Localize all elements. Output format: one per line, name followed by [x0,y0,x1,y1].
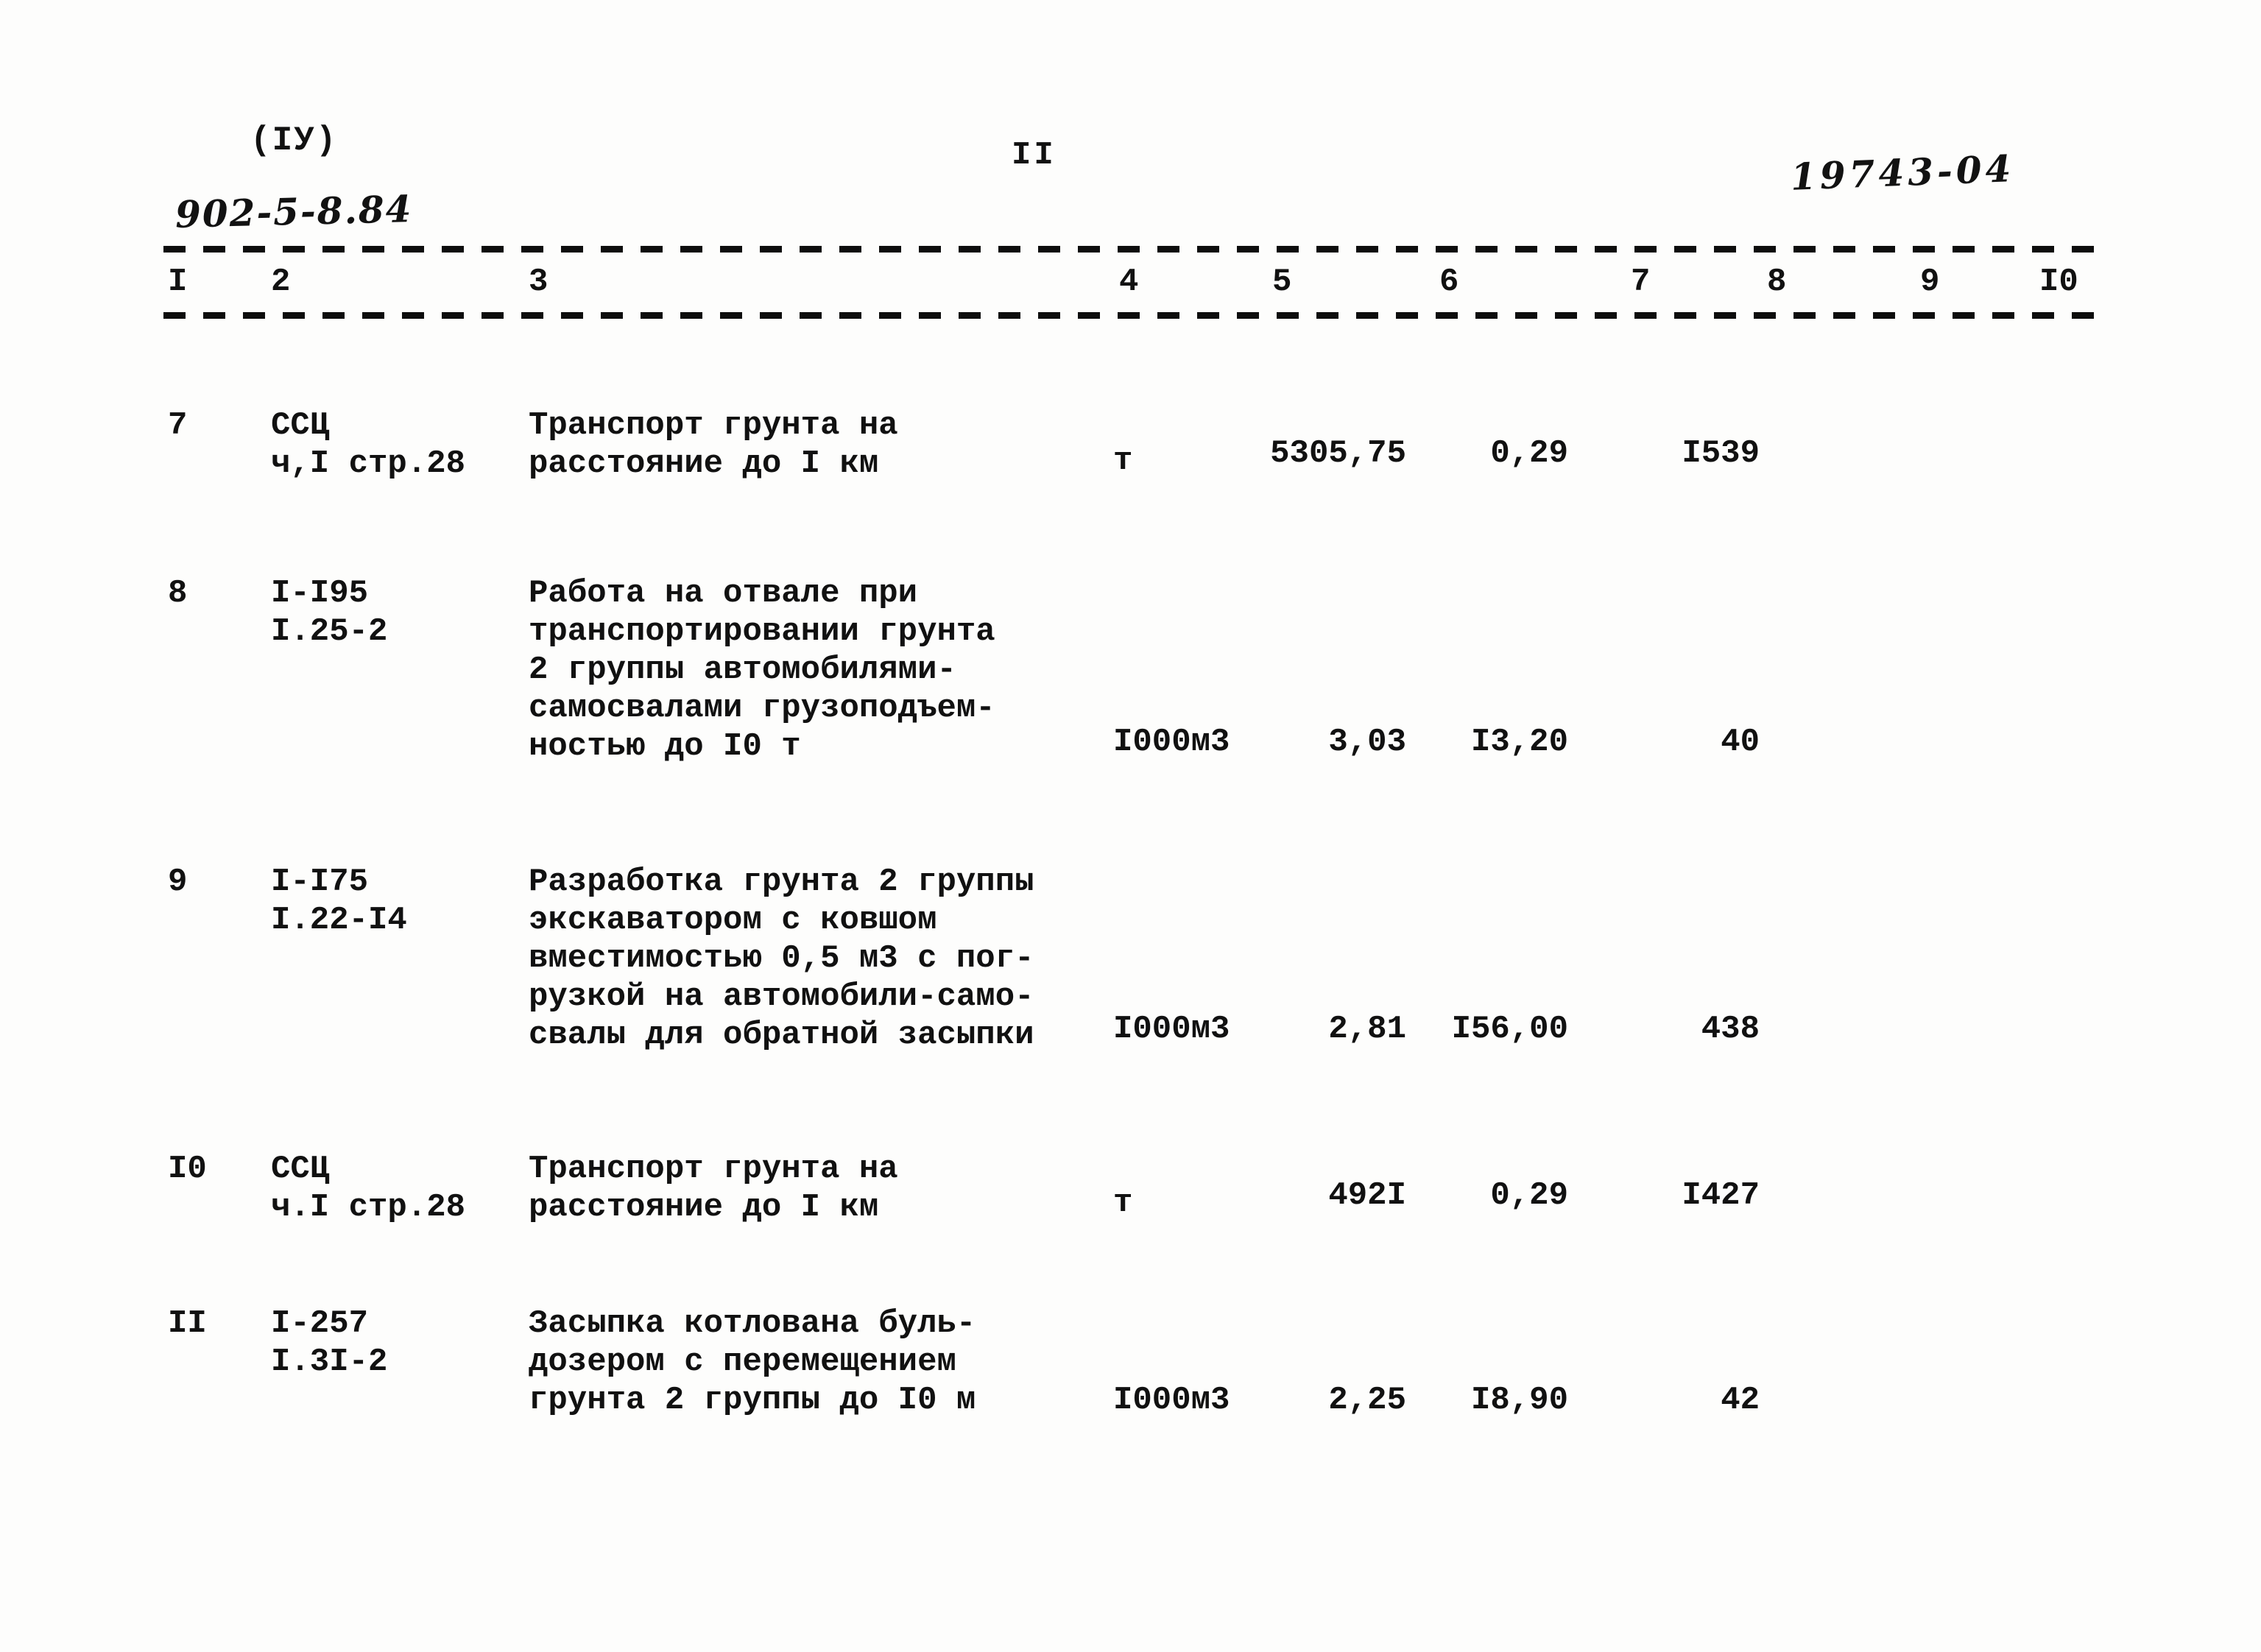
table-rule-bottom [163,312,2107,319]
code-line: ч.I стр.28 [271,1189,466,1226]
row-unit-price: I56,00 [1451,1011,1568,1048]
row-code: I-I95 I.25-2 [271,574,387,651]
code-line: I-I75 [271,864,369,900]
row-description: Транспорт грунта на расстояние до I км [529,1150,898,1226]
row-number: 8 [168,575,188,612]
section-marker: (IУ) [250,121,338,160]
row-description: Транспорт грунта на расстояние до I км [529,406,898,483]
row-code: I-257 I.3I-2 [271,1305,387,1381]
row-unit: I000м3 [1113,1382,1230,1419]
description-line: Разработка грунта 2 группы [529,864,1034,900]
row-unit-price: 0,29 [1490,435,1568,472]
row-description: Работа на отвале при транспортировании гр… [529,574,995,766]
row-unit: т [1113,1185,1133,1221]
row-total: 40 [1721,724,1760,760]
table-rule-top [163,246,2107,253]
row-quantity: 3,03 [1328,724,1406,760]
code-line: ч,I стр.28 [271,445,466,482]
column-number-4: 4 [1119,264,1139,300]
column-number-3: 3 [529,264,549,300]
description-line: Транспорт грунта на [529,407,898,444]
column-number-5: 5 [1272,264,1292,300]
code-line: I-I95 [271,575,369,612]
description-line: Работа на отвале при [529,575,918,612]
code-line: I.25-2 [271,613,388,650]
row-unit-price: I8,90 [1470,1382,1568,1419]
row-code: I-I75 I.22-I4 [271,863,407,939]
row-unit-price: I3,20 [1470,724,1568,760]
description-line: дозером с перемещением [529,1344,956,1380]
row-description: Разработка грунта 2 группы экскаватором с… [529,863,1034,1054]
row-total: 438 [1701,1011,1760,1048]
document-code-handwritten: 902-5-8.84 [174,187,414,236]
description-line: свалы для обратной засыпки [529,1017,1034,1053]
row-code: ССЦ ч,I стр.28 [271,406,465,483]
row-quantity: 492I [1328,1177,1406,1214]
row-code: ССЦ ч.I стр.28 [271,1150,465,1226]
row-unit: I000м3 [1113,724,1230,760]
row-number: I0 [168,1151,207,1187]
row-total: I539 [1682,435,1760,472]
column-number-2: 2 [271,264,291,300]
code-line: I.22-I4 [271,902,407,939]
code-line: ССЦ [271,1151,330,1187]
row-description: Засыпка котлована буль-дозером с перемещ… [529,1305,976,1419]
row-unit: т [1113,442,1133,479]
row-total: I427 [1682,1177,1760,1214]
archive-stamp-handwritten: 19743-04 [1789,147,2016,199]
column-number-7: 7 [1631,264,1651,300]
row-number: II [168,1305,207,1342]
column-number-10: I0 [2039,264,2078,300]
description-line: Транспорт грунта на [529,1151,898,1187]
page-number: II [1012,137,1057,174]
row-unit: I000м3 [1113,1011,1230,1048]
code-line: I-257 [271,1305,369,1342]
description-line: грунта 2 группы до I0 м [529,1382,976,1419]
row-quantity: 5305,75 [1270,435,1406,472]
row-quantity: 2,81 [1328,1011,1406,1048]
column-number-8: 8 [1767,264,1787,300]
code-line: I.3I-2 [271,1344,388,1380]
column-number-1: I [168,264,188,300]
row-number: 9 [168,864,188,900]
row-quantity: 2,25 [1328,1382,1406,1419]
description-line: транспортировании грунта [529,613,995,650]
description-line: 2 группы автомобилями- [529,652,956,688]
description-line: расстояние до I км [529,1189,879,1226]
document-page: (IУ) II 902-5-8.84 19743-04 I 2 3 4 5 6 … [0,0,2261,1652]
code-line: ССЦ [271,407,330,444]
description-line: Засыпка котлована буль- [529,1305,976,1342]
column-number-6: 6 [1439,264,1459,300]
description-line: вместимостью 0,5 м3 с пог- [529,940,1034,977]
row-number: 7 [168,407,188,444]
description-line: рузкой на автомобили-само- [529,978,1034,1015]
description-line: ностью до I0 т [529,728,801,765]
description-line: самосвалами грузоподъем- [529,690,995,727]
description-line: экскаватором с ковшом [529,902,937,939]
column-number-9: 9 [1920,264,1940,300]
description-line: расстояние до I км [529,445,879,482]
row-unit-price: 0,29 [1490,1177,1568,1214]
row-total: 42 [1721,1382,1760,1419]
